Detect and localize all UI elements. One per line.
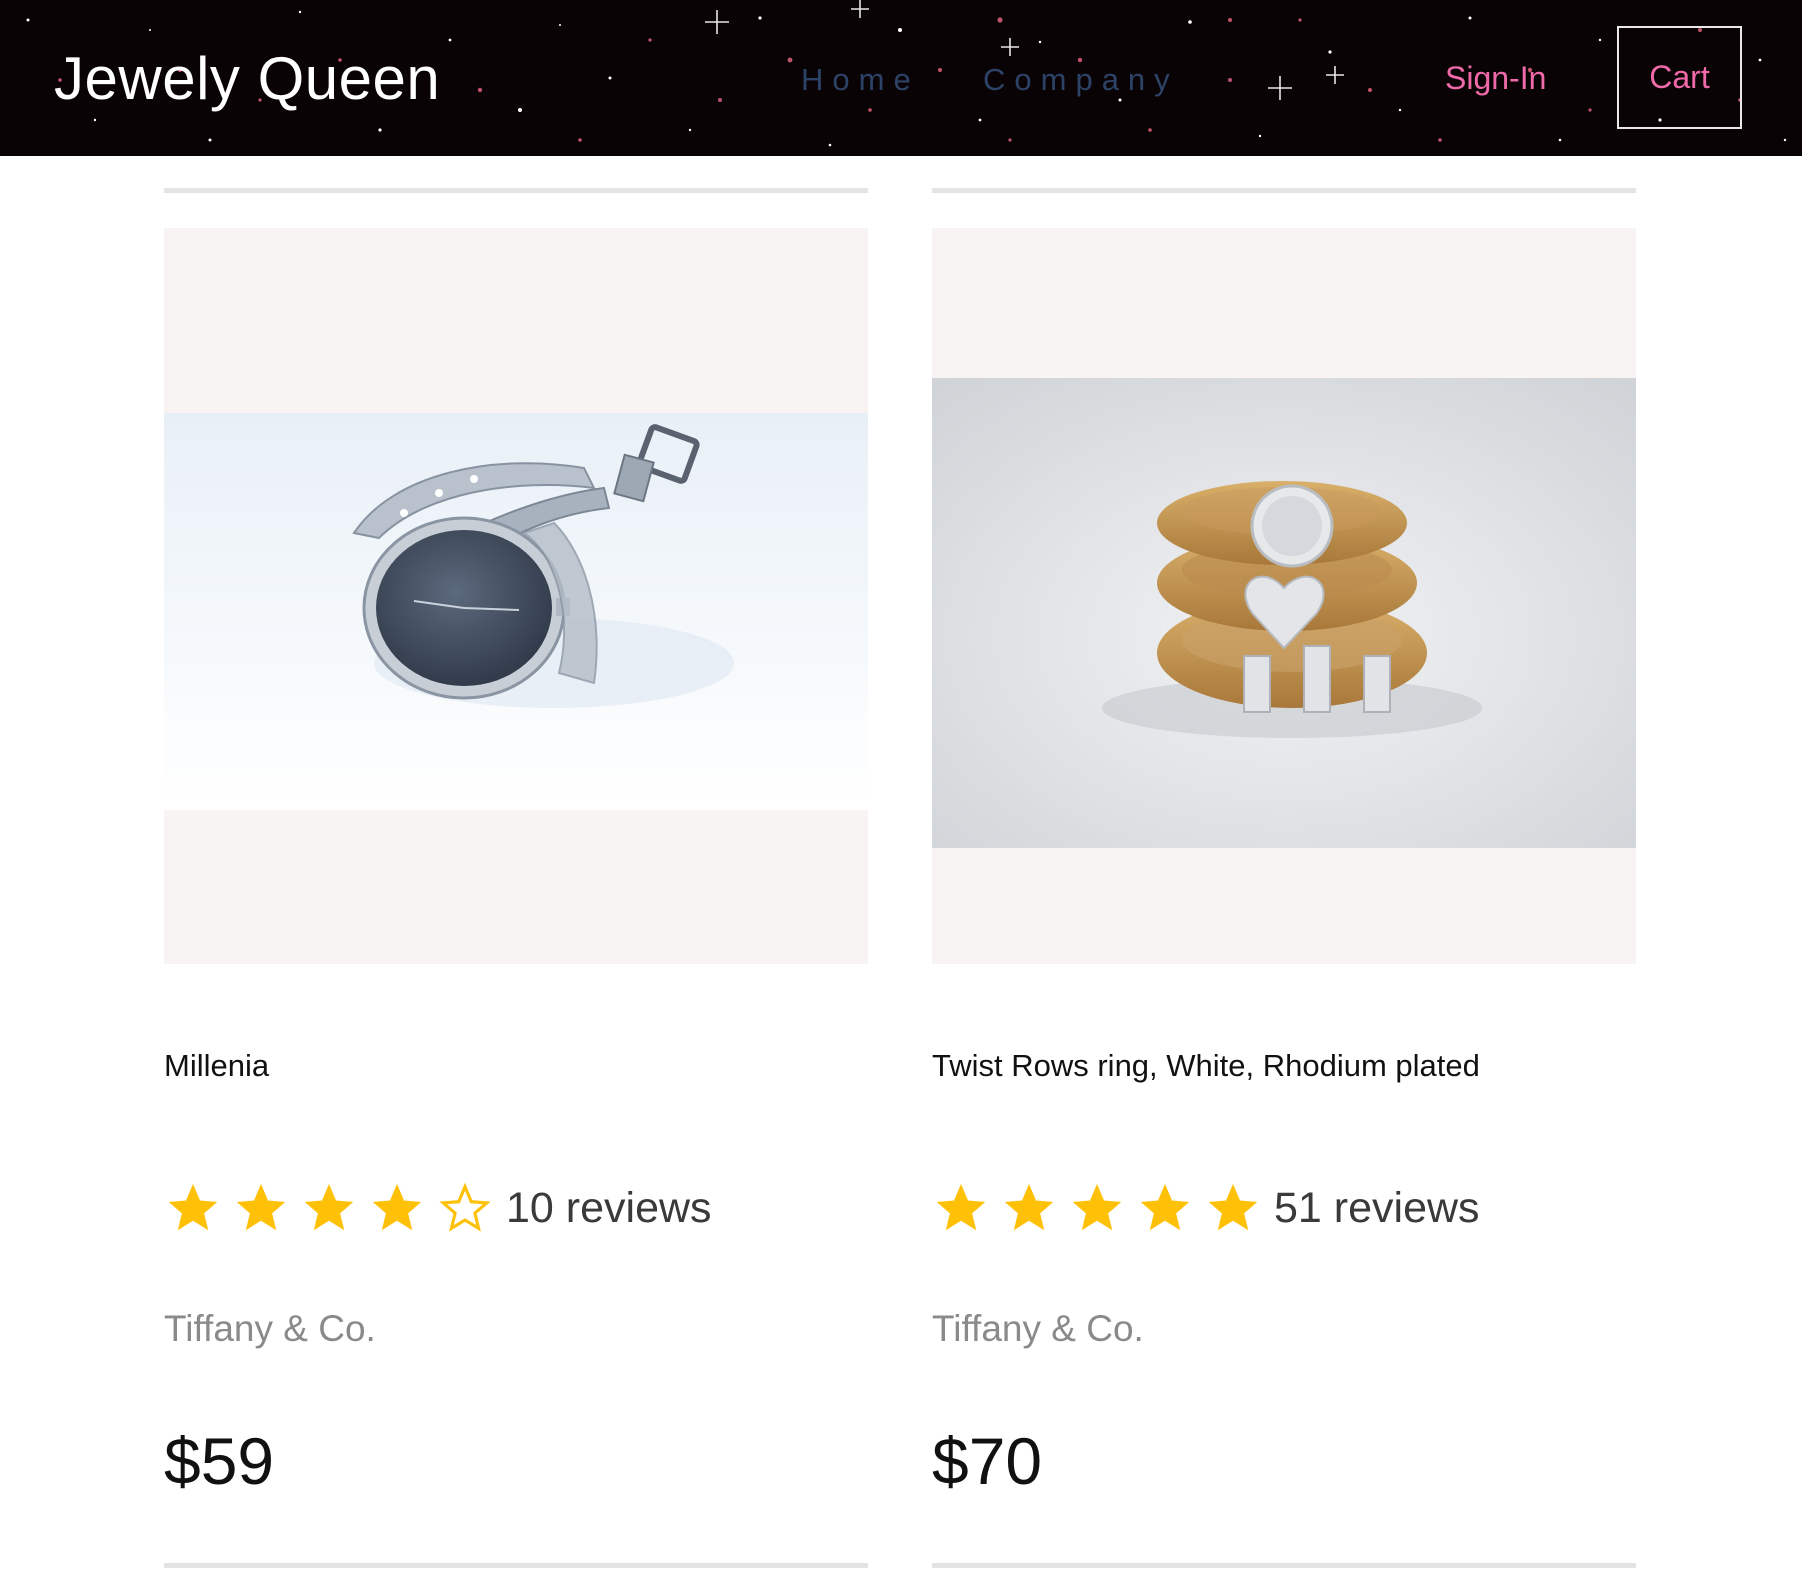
star-filled-icon — [164, 1179, 222, 1237]
card-divider — [164, 1563, 868, 1568]
product-image-frame[interactable] — [932, 228, 1636, 964]
star-filled-icon — [1068, 1179, 1126, 1237]
cart-button[interactable]: Cart — [1617, 26, 1742, 129]
card-divider — [932, 1563, 1636, 1568]
product-price: $59 — [164, 1424, 275, 1498]
review-count[interactable]: 51 reviews — [1274, 1184, 1480, 1233]
cart-button-label: Cart — [1649, 59, 1710, 95]
card-divider — [164, 188, 868, 193]
star-rating: 10 reviews — [164, 1178, 712, 1238]
review-count[interactable]: 10 reviews — [506, 1184, 712, 1233]
product-brand: Tiffany & Co. — [932, 1308, 1144, 1349]
nav-home-link[interactable]: Home — [801, 62, 920, 98]
watch-photo — [164, 413, 868, 810]
product-title[interactable]: Twist Rows ring, White, Rhodium plated — [932, 1048, 1480, 1084]
site-logo[interactable]: Jewely Queen — [54, 44, 440, 113]
product-image-frame[interactable] — [164, 228, 868, 964]
ring-photo — [932, 378, 1636, 848]
star-filled-icon — [1000, 1179, 1058, 1237]
card-divider — [932, 188, 1636, 193]
star-filled-icon — [932, 1179, 990, 1237]
sign-in-link[interactable]: Sign-In — [1445, 60, 1546, 97]
star-filled-icon — [300, 1179, 358, 1237]
star-filled-icon — [1136, 1179, 1194, 1237]
product-brand: Tiffany & Co. — [164, 1308, 376, 1349]
product-title[interactable]: Millenia — [164, 1048, 269, 1084]
star-outline-icon — [436, 1179, 494, 1237]
product-price: $70 — [932, 1424, 1043, 1498]
star-filled-icon — [1204, 1179, 1262, 1237]
site-header: Jewely Queen Home Company Sign-In Cart — [0, 0, 1802, 156]
star-filled-icon — [232, 1179, 290, 1237]
star-rating: 51 reviews — [932, 1178, 1480, 1238]
nav-company-link[interactable]: Company — [983, 62, 1179, 98]
star-filled-icon — [368, 1179, 426, 1237]
